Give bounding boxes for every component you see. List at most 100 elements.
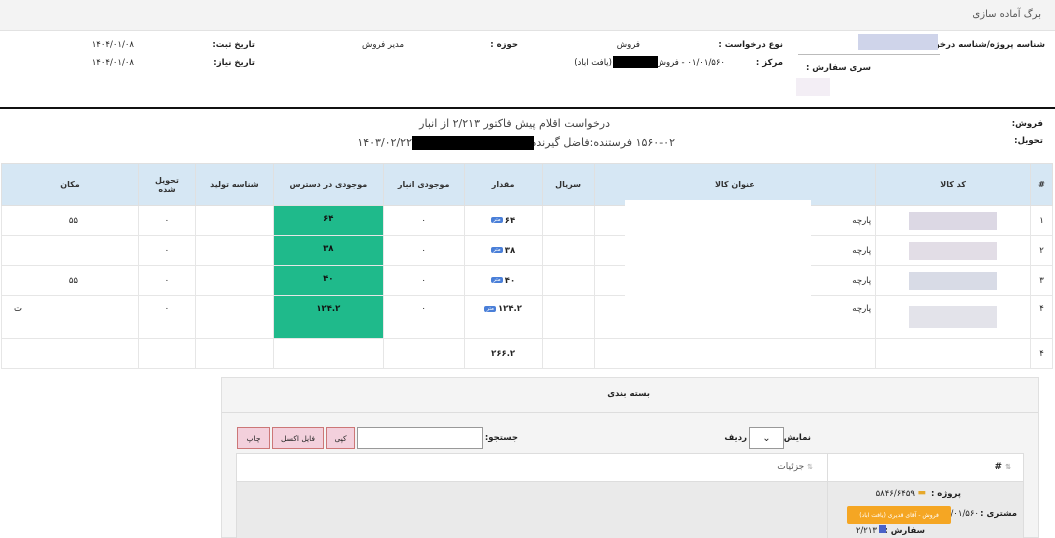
domain-label: حوزه :	[490, 40, 518, 50]
request-type-value: فروش	[616, 40, 640, 50]
center-redacted	[613, 56, 658, 68]
packaging-col-details[interactable]: جزئیات ⇅	[777, 462, 813, 472]
divider	[798, 54, 940, 55]
quantity: ۳۸متر	[463, 235, 543, 266]
order-value: ۲/۲۱۳	[855, 526, 877, 536]
project-id-value-redacted	[858, 34, 938, 50]
row-num: ۴	[1030, 295, 1053, 339]
available: ۶۴	[272, 205, 384, 236]
col-production-id[interactable]: شناسه تولید	[194, 163, 274, 206]
search-input[interactable]	[357, 427, 483, 449]
serial	[541, 265, 595, 296]
request-text: درخواست اقلام پیش فاکتور ۲/۲۱۳ از انبار	[419, 117, 610, 130]
center-value: ۰۱/۰۱/۵۶۰ - فروش -	[649, 58, 725, 68]
chevron-down-icon: ⌄	[762, 432, 771, 444]
production-id	[194, 265, 274, 296]
top-bar: برگ آماده سازی	[0, 0, 1055, 31]
search-label: جستجو:	[484, 433, 518, 443]
available: ۴۰	[272, 265, 384, 296]
item-code-redacted	[875, 205, 1032, 236]
location: ۵۵	[1, 205, 139, 236]
reg-date-value: ۱۴۰۴/۰۱/۰۸	[91, 40, 134, 50]
serial	[541, 205, 595, 236]
col-location[interactable]: مکان	[1, 163, 139, 206]
project-value: ۵۸۴۶/۶۴۵۹	[875, 489, 915, 499]
request-type-label: نوع درخواست :	[718, 40, 783, 50]
stock: ۰	[382, 295, 465, 339]
quantity: ۶۴متر	[463, 205, 543, 236]
col-available[interactable]: موجودی در دسترس	[272, 163, 384, 206]
production-id	[194, 205, 274, 236]
need-date-value: ۱۴۰۴/۰۱/۰۸	[91, 58, 134, 68]
sender-date: ۱۴۰۳/۰۲/۲۲	[357, 136, 412, 149]
delivered: ۰	[137, 235, 196, 266]
unit-badge: متر	[491, 247, 503, 253]
table-row: ۳ پارچه ۴۰متر ۰ ۴۰ ۰ ۵۵	[1, 265, 1053, 296]
quantity: ۴۰متر	[463, 265, 543, 296]
order-series-label: سری سفارش :	[805, 63, 871, 73]
sender-text: ۱۵۶۰-۰۲ فرستنده:فاضل گیرنده	[530, 136, 675, 149]
col-num[interactable]: #	[1030, 163, 1053, 206]
packaging-title: بسته بندی	[607, 389, 650, 399]
item-code-redacted	[875, 235, 1032, 266]
col-delivered[interactable]: تحویل شده	[137, 163, 196, 206]
packaging-row: پروژه : ▬ ۵۸۴۶/۶۴۵۹ مشتری : ۰۱/۰۱/۵۶۰ فر…	[237, 482, 1023, 538]
row-num: ۳	[1030, 265, 1053, 296]
production-id	[194, 235, 274, 266]
page-title: برگ آماده سازی	[972, 9, 1041, 20]
project-label: پروژه :	[930, 489, 961, 499]
stock: ۰	[382, 235, 465, 266]
delivery-label: تحویل:	[1014, 136, 1043, 146]
copy-button[interactable]: کپی	[326, 427, 355, 449]
order-label: سفارش :	[884, 526, 925, 536]
col-stock[interactable]: موجودی انبار	[382, 163, 465, 206]
item-code-redacted	[875, 295, 1032, 339]
need-date-label: تاریخ نیاز:	[213, 58, 255, 68]
page-size-select[interactable]: ⌄	[749, 427, 784, 449]
table-row: ۲ پارچه ۳۸متر ۰ ۳۸ ۰	[1, 235, 1053, 266]
table-row: ۱ پارچه ۶۴متر ۰ ۶۴ ۰ ۵۵	[1, 205, 1053, 236]
col-item-code[interactable]: کد کالا	[875, 163, 1032, 206]
receiver-redacted	[412, 136, 534, 150]
total-quantity: ۲۶۶.۲	[463, 338, 543, 369]
quantity: ۱۲۴.۲متر	[463, 295, 543, 339]
sort-icon: ⇅	[1005, 463, 1011, 471]
customer-badge: فروش - آقای قدیری (یافت اباد)	[847, 506, 951, 524]
unit-badge: متر	[484, 305, 496, 312]
stock: ۰	[382, 205, 465, 236]
delivered: ۰	[137, 295, 196, 339]
domain-value: مدیر فروش	[361, 40, 404, 50]
col-serial[interactable]: سریال	[541, 163, 595, 206]
serial	[541, 295, 595, 339]
center-value-location: (یافت اباد)	[574, 58, 612, 68]
excel-button[interactable]: فایل اکسل	[272, 427, 324, 449]
rows-label: ردیف	[724, 433, 747, 443]
production-id	[194, 295, 274, 339]
row-num: ۲	[1030, 235, 1053, 266]
delivered: ۰	[137, 205, 196, 236]
item-title: پارچه	[593, 295, 877, 339]
show-label: نمایش	[783, 433, 811, 443]
available: ۱۲۴.۲	[272, 295, 384, 339]
order-series-value-redacted	[796, 78, 830, 96]
total-row-num: ۴	[1030, 338, 1053, 369]
location: ت	[1, 295, 139, 339]
item-code-redacted	[875, 265, 1032, 296]
customer-label: مشتری :	[980, 509, 1017, 519]
packaging-table: # ⇅ جزئیات ⇅ پروژه : ▬ ۵۸۴۶/۶۴۵۹ مشتری :…	[236, 453, 1024, 538]
order-icon	[879, 525, 886, 533]
sale-label: فروش:	[1011, 119, 1043, 129]
serial	[541, 235, 595, 266]
table-header-row: # کد کالا عنوان کالا سریال مقدار موجودی …	[1, 163, 1053, 206]
header-separator	[0, 107, 1055, 109]
col-quantity[interactable]: مقدار	[463, 163, 543, 206]
packaging-col-num[interactable]: # ⇅	[994, 462, 1011, 472]
delivered: ۰	[137, 265, 196, 296]
table-row: ۴ پارچه ۱۲۴.۲متر ۰ ۱۲۴.۲ ۰ ت	[1, 295, 1053, 339]
reg-date-label: تاریخ ثبت:	[212, 40, 255, 50]
row-num: ۱	[1030, 205, 1053, 236]
print-button[interactable]: چاپ	[237, 427, 270, 449]
stock: ۰	[382, 265, 465, 296]
unit-badge: متر	[491, 277, 503, 283]
total-row: ۴ ۲۶۶.۲	[1, 338, 1053, 369]
